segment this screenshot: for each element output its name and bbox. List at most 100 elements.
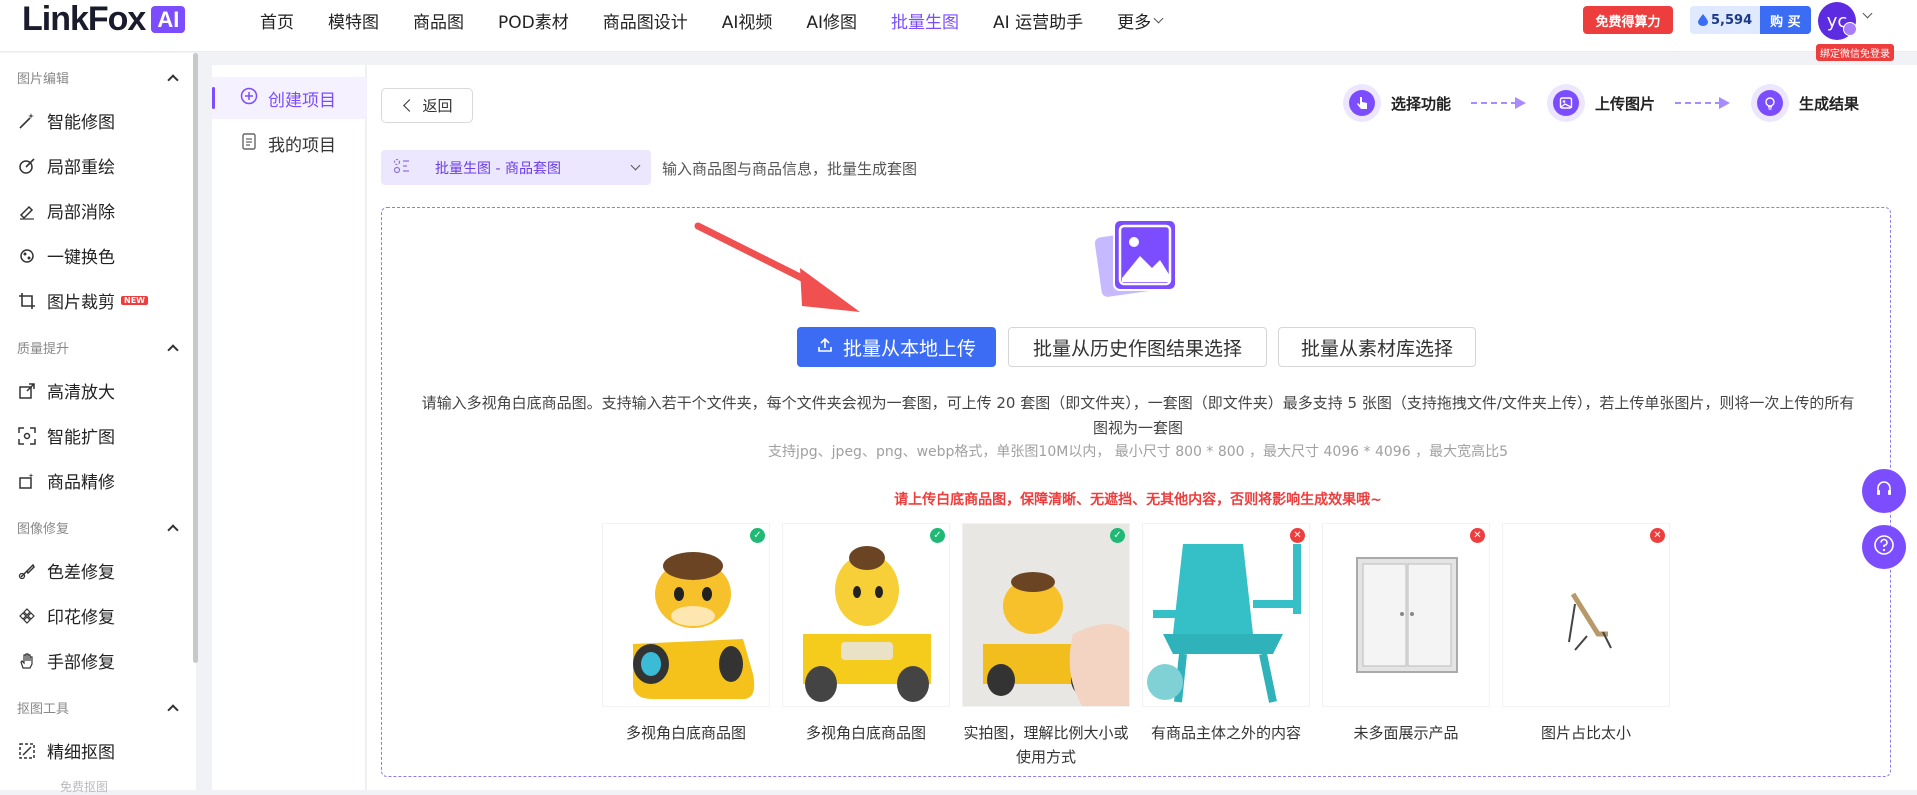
drop-icon xyxy=(1698,14,1708,26)
logo-text: LinkFox xyxy=(22,0,146,38)
sidebar-item-label: 局部消除 xyxy=(47,203,115,223)
nav-home[interactable]: 首页 xyxy=(260,8,294,33)
nav-batch[interactable]: 批量生图 xyxy=(891,8,959,33)
nav-design[interactable]: 商品图设计 xyxy=(603,8,688,33)
credit-box: 5,594 购 买 xyxy=(1690,6,1811,34)
from-library-button[interactable]: 批量从素材库选择 xyxy=(1278,327,1476,367)
buy-button[interactable]: 购 买 xyxy=(1760,6,1811,34)
sidebar-item-label: 一键换色 xyxy=(47,248,115,268)
sidebar-item-color-fix[interactable]: 色差修复 xyxy=(17,558,115,583)
sample-label: 多视角白底商品图 xyxy=(625,724,746,742)
sidebar-item-label: 智能扩图 xyxy=(47,428,115,448)
check-icon: ✓ xyxy=(750,528,765,543)
nav-pod[interactable]: POD素材 xyxy=(498,8,569,33)
caret-up-icon xyxy=(167,73,179,86)
back-button[interactable]: 返回 xyxy=(381,88,473,123)
upload-warning: 请上传白底商品图，保障清晰、无遮挡、无其他内容，否则将影响生成效果哦~ xyxy=(894,492,1382,508)
sidebar-item-upscale[interactable]: 高清放大 xyxy=(17,378,115,403)
avatar-chevron-icon[interactable] xyxy=(1862,8,1873,19)
x-icon: ✕ xyxy=(1650,528,1665,543)
upload-local-button[interactable]: 批量从本地上传 xyxy=(797,327,996,367)
nav-more[interactable]: 更多 xyxy=(1117,8,1164,33)
subnav-my-projects[interactable]: 我的项目 xyxy=(212,122,366,164)
from-history-button[interactable]: 批量从历史作图结果选择 xyxy=(1008,327,1267,367)
sample-card: ✕ 图片占比太小 xyxy=(1502,523,1670,745)
sidebar-item-smart-retouch[interactable]: 智能修图 xyxy=(17,108,115,133)
free-credits-button[interactable]: 免费得算力 xyxy=(1583,6,1673,34)
section-image-edit[interactable]: 图片编辑 xyxy=(17,68,179,87)
section-cutout[interactable]: 抠图工具 xyxy=(17,698,179,717)
sample-label: 多视角白底商品图 xyxy=(805,724,926,742)
section-title: 图片编辑 xyxy=(17,72,70,87)
nav-product[interactable]: 商品图 xyxy=(413,8,464,33)
sidebar-item-cutout[interactable]: 精细抠图 xyxy=(17,738,115,763)
sample-label: 实拍图，理解比例大小或使用方式 xyxy=(963,724,1129,766)
sidebar-item-label: 精细抠图 xyxy=(47,743,115,763)
image-upload-icon xyxy=(1094,220,1177,297)
step-generate-result: 生成结果 xyxy=(1751,84,1859,122)
sample-label: 未多面展示产品 xyxy=(1353,724,1459,742)
hand-icon xyxy=(17,651,37,671)
credit-number: 5,594 xyxy=(1711,12,1753,28)
sidebar-item-inpaint[interactable]: 局部重绘 xyxy=(17,153,115,178)
sidebar-item-label: 智能修图 xyxy=(47,113,115,133)
project-nav: 创建项目 我的项目 xyxy=(212,65,366,790)
sidebar-item-expand[interactable]: 智能扩图 xyxy=(17,423,115,448)
crop-icon xyxy=(17,291,37,311)
section-quality[interactable]: 质量提升 xyxy=(17,338,179,357)
nav-ops-assistant[interactable]: AI 运营助手 xyxy=(993,8,1083,33)
sidebar-item-print-fix[interactable]: 印花修复 xyxy=(17,603,115,628)
subnav-label: 我的项目 xyxy=(268,135,336,156)
format-requirements: 支持jpg、jpeg、png、webp格式，单张图10M以内， 最小尺寸 800… xyxy=(768,444,1508,460)
dashed-arrow-icon xyxy=(1471,96,1527,110)
sample-image: ✓ xyxy=(602,523,770,707)
sidebar-item-hand-fix[interactable]: 手部修复 xyxy=(17,648,115,673)
bind-wechat-tag[interactable]: 绑定微信免登录 xyxy=(1816,44,1894,61)
check-icon: ✓ xyxy=(930,528,945,543)
subnav-create-project[interactable]: 创建项目 xyxy=(212,77,366,119)
sample-image: ✕ xyxy=(1502,523,1670,707)
sample-label: 图片占比太小 xyxy=(1540,724,1631,742)
question-icon xyxy=(1873,534,1895,560)
sidebar-item-label: 免费抠图 xyxy=(60,780,109,794)
sidebar-item-label: 手部修复 xyxy=(47,653,115,673)
vip-badge-icon xyxy=(1843,22,1857,36)
sample-card: ✕ 有商品主体之外的内容 xyxy=(1142,523,1310,745)
check-icon: ✓ xyxy=(1110,528,1125,543)
nav-ai-retouch[interactable]: AI修图 xyxy=(806,8,857,33)
sidebar-item-product-retouch[interactable]: 商品精修 xyxy=(17,468,115,493)
x-icon: ✕ xyxy=(1470,528,1485,543)
section-title: 质量提升 xyxy=(17,342,70,357)
red-arrow-icon xyxy=(694,222,860,312)
step-indicator: 选择功能 上传图片 生成结果 xyxy=(1343,84,1859,122)
logo-badge: AI xyxy=(151,5,186,33)
nav-ai-video[interactable]: AI视频 xyxy=(722,8,773,33)
bulb-icon xyxy=(1751,84,1790,122)
new-badge: NEW xyxy=(121,296,148,305)
back-label: 返回 xyxy=(422,97,453,115)
section-repair[interactable]: 图像修复 xyxy=(17,518,179,537)
color-fix-icon xyxy=(17,561,37,581)
brush-icon xyxy=(17,156,37,176)
support-button[interactable] xyxy=(1862,469,1906,513)
main-nav: 首页 模特图 商品图 POD素材 商品图设计 AI视频 AI修图 批量生图 AI… xyxy=(260,0,1196,40)
headset-icon xyxy=(1874,479,1894,503)
mode-select[interactable]: 批量生图 - 商品套图 xyxy=(381,150,651,185)
sidebar-item-label: 商品精修 xyxy=(47,473,115,493)
upload-icon xyxy=(817,336,833,358)
sidebar-item-crop[interactable]: 图片裁剪 NEW xyxy=(17,288,148,313)
logo[interactable]: LinkFox AI xyxy=(22,0,186,38)
sidebar-item-erase[interactable]: 局部消除 xyxy=(17,198,115,223)
sidebar-scrollbar[interactable] xyxy=(193,53,198,663)
nav-model[interactable]: 模特图 xyxy=(328,8,379,33)
pointer-icon xyxy=(1343,84,1381,122)
sidebar-item-recolor[interactable]: 一键换色 xyxy=(17,243,115,268)
sidebar-item-free-cutout[interactable]: 免费抠图 xyxy=(60,778,108,795)
upload-image-icon xyxy=(1547,84,1586,122)
credit-value: 5,594 xyxy=(1690,6,1761,34)
help-button[interactable] xyxy=(1862,525,1906,569)
sidebar-item-label: 印花修复 xyxy=(47,608,115,628)
sidebar-item-label: 高清放大 xyxy=(47,383,115,403)
step-select-function: 选择功能 xyxy=(1343,84,1451,122)
step-upload-images: 上传图片 xyxy=(1547,84,1655,122)
